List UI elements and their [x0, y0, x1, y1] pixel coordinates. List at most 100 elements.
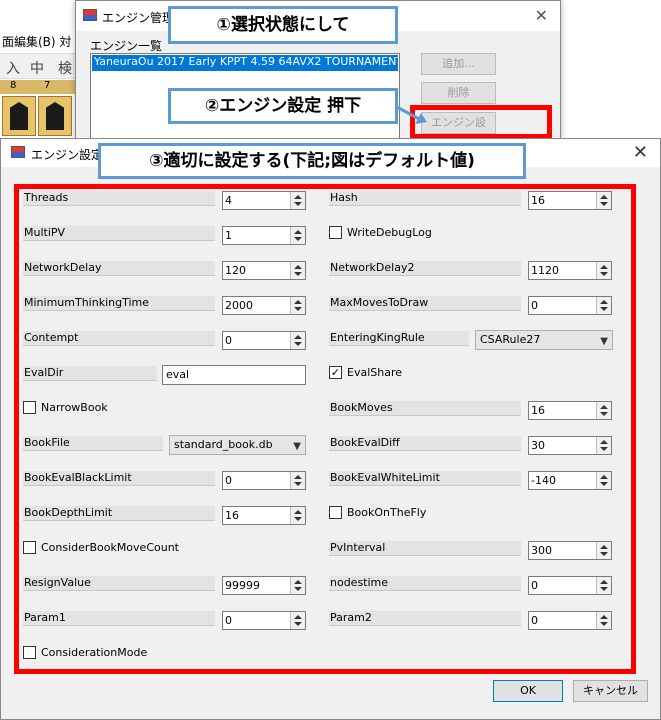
- spinner-icon[interactable]: [290, 192, 305, 209]
- spinner-icon[interactable]: [596, 192, 611, 209]
- file-number: 7: [44, 80, 51, 91]
- option-label-book-eval-white-limit: BookEvalWhiteLimit: [329, 471, 521, 486]
- add-engine-button[interactable]: 追加...: [421, 53, 496, 75]
- min-thinking-time-input[interactable]: 2000: [222, 296, 306, 315]
- book-depth-limit-input[interactable]: 16: [222, 506, 306, 525]
- book-moves-input[interactable]: 16: [528, 401, 612, 420]
- spinner-icon[interactable]: [596, 262, 611, 279]
- option-label-hash: Hash: [329, 191, 521, 206]
- callout-step2: ②エンジン設定 押下: [168, 88, 398, 124]
- option-label-nodestime: nodestime: [329, 576, 521, 591]
- arrow-icon: [395, 104, 427, 124]
- spinner-icon[interactable]: [290, 262, 305, 279]
- shogi-piece[interactable]: [38, 96, 72, 136]
- toolbar-button-consider[interactable]: 検: [58, 58, 72, 78]
- spinner-icon[interactable]: [596, 612, 611, 629]
- option-label-param2: Param2: [329, 611, 521, 626]
- engine-manager-title: エンジン管理: [102, 11, 175, 25]
- checkmark-icon[interactable]: ✓: [329, 365, 342, 379]
- checkbox-icon[interactable]: [329, 225, 342, 239]
- threads-input[interactable]: 4: [222, 191, 306, 210]
- file-number: 8: [10, 80, 17, 91]
- spinner-icon[interactable]: [290, 227, 305, 244]
- engine-list-label: エンジン一覧: [90, 39, 163, 53]
- callout-step1: ①選択状態にして: [168, 6, 398, 44]
- option-label-min-thinking-time: MinimumThinkingTime: [23, 296, 215, 311]
- toolbar-button-enter[interactable]: 入: [6, 58, 20, 78]
- option-label-book-moves: BookMoves: [329, 401, 521, 416]
- consideration-mode-checkbox[interactable]: ConsiderationMode: [23, 645, 147, 660]
- spinner-icon[interactable]: [290, 577, 305, 594]
- param2-input[interactable]: 0: [528, 611, 612, 630]
- chevron-down-icon[interactable]: ▼: [293, 438, 301, 456]
- spinner-icon[interactable]: [596, 577, 611, 594]
- option-label-book-file: BookFile: [23, 436, 163, 451]
- network-delay-input[interactable]: 120: [222, 261, 306, 280]
- book-eval-white-limit-input[interactable]: -140: [528, 471, 612, 490]
- option-label-network-delay2: NetworkDelay2: [329, 261, 521, 276]
- option-label-entering-king-rule: EnteringKingRule: [329, 331, 469, 346]
- shogi-piece[interactable]: [2, 96, 36, 136]
- resign-value-input[interactable]: 99999: [222, 576, 306, 595]
- option-label-book-eval-diff: BookEvalDiff: [329, 436, 521, 451]
- spinner-icon[interactable]: [596, 402, 611, 419]
- option-label-eval-dir: EvalDir: [23, 366, 157, 381]
- toolbar-button-stop[interactable]: 中: [30, 58, 44, 78]
- param1-input[interactable]: 0: [222, 611, 306, 630]
- option-label-pv-interval: PvInterval: [329, 541, 521, 556]
- narrow-book-checkbox[interactable]: NarrowBook: [23, 400, 108, 415]
- spinner-icon[interactable]: [290, 297, 305, 314]
- hash-input[interactable]: 16: [528, 191, 612, 210]
- book-file-select[interactable]: standard_book.db ▼: [169, 435, 306, 455]
- spinner-icon[interactable]: [596, 437, 611, 454]
- callout-step3: ③適切に設定する(下記;図はデフォルト値): [98, 143, 526, 179]
- chevron-down-icon[interactable]: ▼: [600, 333, 608, 351]
- checkbox-icon[interactable]: [23, 645, 36, 659]
- background-toolbar: 入 中 検: [0, 53, 80, 79]
- contempt-input[interactable]: 0: [222, 331, 306, 350]
- book-eval-black-limit-input[interactable]: 0: [222, 471, 306, 490]
- option-label-max-moves-to-draw: MaxMovesToDraw: [329, 296, 521, 311]
- checkbox-icon[interactable]: [329, 505, 342, 519]
- max-moves-to-draw-input[interactable]: 0: [528, 296, 612, 315]
- checkbox-icon[interactable]: [23, 540, 36, 554]
- spinner-icon[interactable]: [596, 472, 611, 489]
- write-debug-log-checkbox[interactable]: WriteDebugLog: [329, 225, 432, 240]
- engine-settings-dialog: エンジン設定 ✕ Threads 4 Hash 16 MultiPV 1 Wri…: [0, 138, 661, 720]
- close-icon[interactable]: ✕: [633, 142, 648, 163]
- engine-settings-title: エンジン設定: [31, 148, 104, 162]
- option-label-network-delay: NetworkDelay: [23, 261, 215, 276]
- settings-highlight-frame: [14, 184, 636, 674]
- app-icon: [83, 9, 97, 21]
- cancel-button[interactable]: キャンセル: [573, 680, 648, 702]
- network-delay2-input[interactable]: 1120: [528, 261, 612, 280]
- consider-book-move-count-checkbox[interactable]: ConsiderBookMoveCount: [23, 540, 179, 555]
- spinner-icon[interactable]: [290, 507, 305, 524]
- background-menu-bar: 面編集(B) 対: [0, 30, 80, 50]
- eval-share-checkbox[interactable]: ✓ EvalShare: [329, 365, 402, 380]
- spinner-icon[interactable]: [596, 542, 611, 559]
- ok-button[interactable]: OK: [493, 680, 563, 702]
- nodestime-input[interactable]: 0: [528, 576, 612, 595]
- option-label-book-eval-black-limit: BookEvalBlackLimit: [23, 471, 215, 486]
- option-label-multipv: MultiPV: [23, 226, 215, 241]
- multipv-input[interactable]: 1: [222, 226, 306, 245]
- book-on-the-fly-checkbox[interactable]: BookOnTheFly: [329, 505, 426, 520]
- spinner-icon[interactable]: [596, 297, 611, 314]
- background-menu-text: 面編集(B) 対: [2, 35, 72, 49]
- option-label-param1: Param1: [23, 611, 215, 626]
- app-icon: [11, 146, 25, 158]
- option-label-book-depth-limit: BookDepthLimit: [23, 506, 215, 521]
- entering-king-rule-select[interactable]: CSARule27 ▼: [475, 330, 613, 350]
- board-file-numbers: 8 7: [0, 80, 80, 94]
- spinner-icon[interactable]: [290, 472, 305, 489]
- pv-interval-input[interactable]: 300: [528, 541, 612, 560]
- engine-list-item-selected[interactable]: YaneuraOu 2017 Early KPPT 4.59 64AVX2 TO…: [92, 55, 398, 71]
- book-eval-diff-input[interactable]: 30: [528, 436, 612, 455]
- eval-dir-input[interactable]: eval: [162, 365, 306, 385]
- spinner-icon[interactable]: [290, 332, 305, 349]
- option-label-resign-value: ResignValue: [23, 576, 215, 591]
- checkbox-icon[interactable]: [23, 400, 36, 414]
- close-icon[interactable]: ✕: [535, 6, 548, 25]
- spinner-icon[interactable]: [290, 612, 305, 629]
